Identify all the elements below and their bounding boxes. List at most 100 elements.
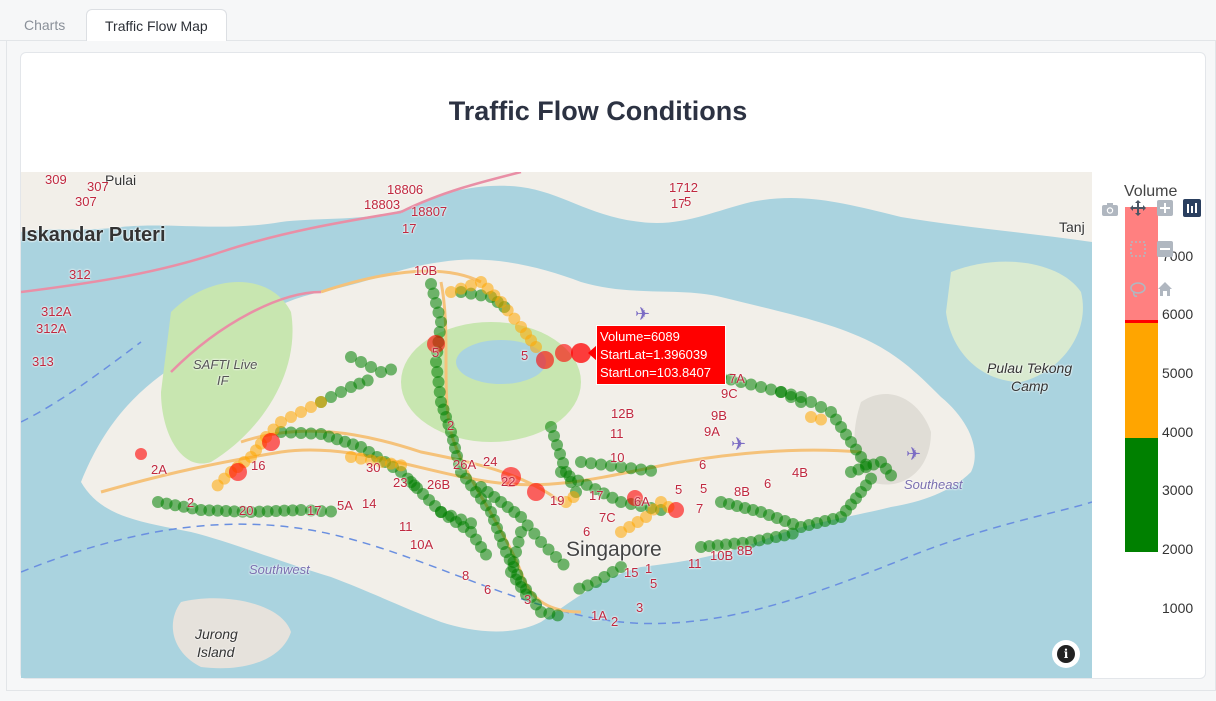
map-label-r30: 30 (366, 460, 381, 475)
chart-title: Traffic Flow Conditions (448, 96, 748, 126)
tab-bar: Charts Traffic Flow Map (0, 0, 1216, 42)
map-label-r6b: 6 (699, 457, 707, 472)
map-label-r17a: 17 (402, 221, 417, 236)
map-label-r1: 1 (645, 561, 653, 576)
pan-icon[interactable] (1129, 199, 1147, 217)
map-label-r1712: 1712 (669, 180, 698, 195)
map-label-r14: 14 (362, 496, 377, 511)
map-label-tekong2: Camp (1011, 378, 1049, 394)
map-label-r312: 312 (69, 267, 91, 282)
map-label-safti2: IF (217, 373, 229, 388)
colorbar-tick-1000: 1000 (1162, 600, 1194, 616)
map-label-r8b2: 8B (734, 484, 750, 499)
map-label-r7a: 7A (729, 371, 745, 386)
map-label-r2b: 2 (611, 614, 619, 629)
map-label-r5f: 5 (700, 481, 708, 496)
map-label-r9b: 9B (711, 408, 727, 423)
map-label-r313: 313 (32, 354, 54, 369)
map-label-r19: 19 (550, 493, 565, 508)
map-label-r7b: 7 (696, 501, 704, 516)
map-label-r18803: 18803 (364, 197, 401, 212)
plotly-logo-icon[interactable] (1183, 199, 1201, 217)
colorbar-tick-2000: 2000 (1162, 541, 1194, 557)
map-label-r22: 22 (501, 474, 516, 489)
hover-tooltip: Volume=6089 StartLat=1.396039 StartLon=1… (596, 325, 726, 385)
map-label-r9a: 9A (704, 424, 720, 439)
airplane-icon: ✈ (635, 304, 651, 324)
colorbar-tick-6000: 6000 (1162, 306, 1194, 322)
map-label-r10b2: 10B (710, 548, 734, 563)
map-label-r10: 10 (610, 450, 625, 465)
lasso-icon[interactable] (1129, 281, 1147, 299)
map-label-r5a: 5 (684, 194, 692, 209)
airplane-icon: ✈ (906, 444, 922, 464)
map-label-r6a2: 6A (634, 494, 650, 509)
map-label-r8b: 8B (737, 543, 753, 558)
map-label-r4b: 4B (792, 465, 808, 480)
map-label-r5a2: 5A (337, 498, 353, 513)
map-label-r2a: 2A (151, 462, 167, 477)
map-label-tekong1: Pulau Tekong (987, 360, 1073, 376)
map-label-r26b: 26B (427, 477, 451, 492)
map-label-r6d: 6 (583, 524, 591, 539)
map-label-r11: 11 (399, 519, 413, 534)
map-label-southwest: Southwest (249, 562, 310, 577)
map-label-r10b: 10B (414, 263, 438, 278)
map-label-r312a2: 312A (36, 321, 67, 336)
map-label-r24: 24 (483, 454, 498, 469)
map-label-r20: 20 (239, 503, 254, 518)
map-label-r17d: 17 (589, 488, 604, 503)
map-label-r307b: 307 (75, 194, 97, 209)
map-label-r10a: 10A (410, 537, 434, 552)
colorbar-band-medium (1125, 323, 1158, 438)
map-label-r6c: 6 (764, 476, 772, 491)
map-label-r11c: 11 (610, 426, 624, 441)
tooltip-start-lon: StartLon=103.8407 (600, 365, 711, 380)
map-label-r17c: 17 (307, 503, 322, 518)
airplane-icon: ✈ (731, 434, 747, 454)
map-label-r23: 23 (393, 475, 408, 490)
map-label-r1a: 1A (591, 608, 607, 623)
map-label-r3b: 3 (636, 600, 644, 615)
map-label-r5d: 5 (650, 576, 658, 591)
map-label-jurong2: Island (197, 644, 235, 660)
colorbar-band-high (1125, 207, 1158, 322)
colorbar-tick-4000: 4000 (1162, 424, 1194, 440)
map-label-r2: 2 (447, 418, 455, 433)
box-select-icon[interactable] (1129, 240, 1147, 258)
map-label-pulai: Pulai (105, 172, 137, 188)
traffic-map[interactable]: Iskandar Puteri Singapore Southwest Southea… (21, 172, 1092, 678)
zoom-out-icon[interactable] (1157, 241, 1175, 259)
map-label-r12b: 12B (611, 406, 635, 421)
tab-charts[interactable]: Charts (6, 9, 83, 42)
zoom-in-icon[interactable] (1157, 200, 1175, 218)
map-label-r2c: 2 (187, 495, 195, 510)
map-label-r307a: 307 (87, 179, 109, 194)
map-label-r26a: 26A (453, 457, 477, 472)
map-label-r18806: 18806 (387, 182, 424, 197)
map-label-r18807: 18807 (411, 204, 448, 219)
colorbar-band-low (1125, 438, 1158, 552)
home-icon[interactable] (1157, 281, 1175, 299)
map-label-tanj: Tanj (1059, 219, 1085, 235)
map-label-r8: 8 (462, 568, 470, 583)
map-label-r309: 309 (45, 172, 67, 187)
map-label-r5c: 5 (521, 348, 529, 363)
map-label-southeast: Southeast (904, 477, 963, 492)
map-label-iskandar: Iskandar Puteri (21, 224, 166, 246)
map-label-r7c: 7C (599, 510, 616, 525)
map-label-r6a: 6 (484, 582, 492, 597)
tab-traffic-flow-map[interactable]: Traffic Flow Map (86, 9, 227, 42)
colorbar-threshold (1125, 320, 1158, 323)
camera-icon[interactable] (1101, 200, 1119, 218)
map-label-r5b: 5 (432, 345, 440, 360)
colorbar-tick-3000: 3000 (1162, 482, 1194, 498)
colorbar (1125, 207, 1158, 552)
map-label-singapore: Singapore (566, 538, 662, 561)
map-labels-layer: Iskandar Puteri Singapore Southwest Southea… (21, 172, 1092, 678)
map-label-r9c: 9C (721, 386, 738, 401)
map-label-r5e: 5 (675, 482, 683, 497)
map-label-r15: 15 (624, 565, 639, 580)
map-label-safti1: SAFTI Live (193, 357, 258, 372)
map-attribution-button[interactable]: i (1052, 640, 1080, 668)
